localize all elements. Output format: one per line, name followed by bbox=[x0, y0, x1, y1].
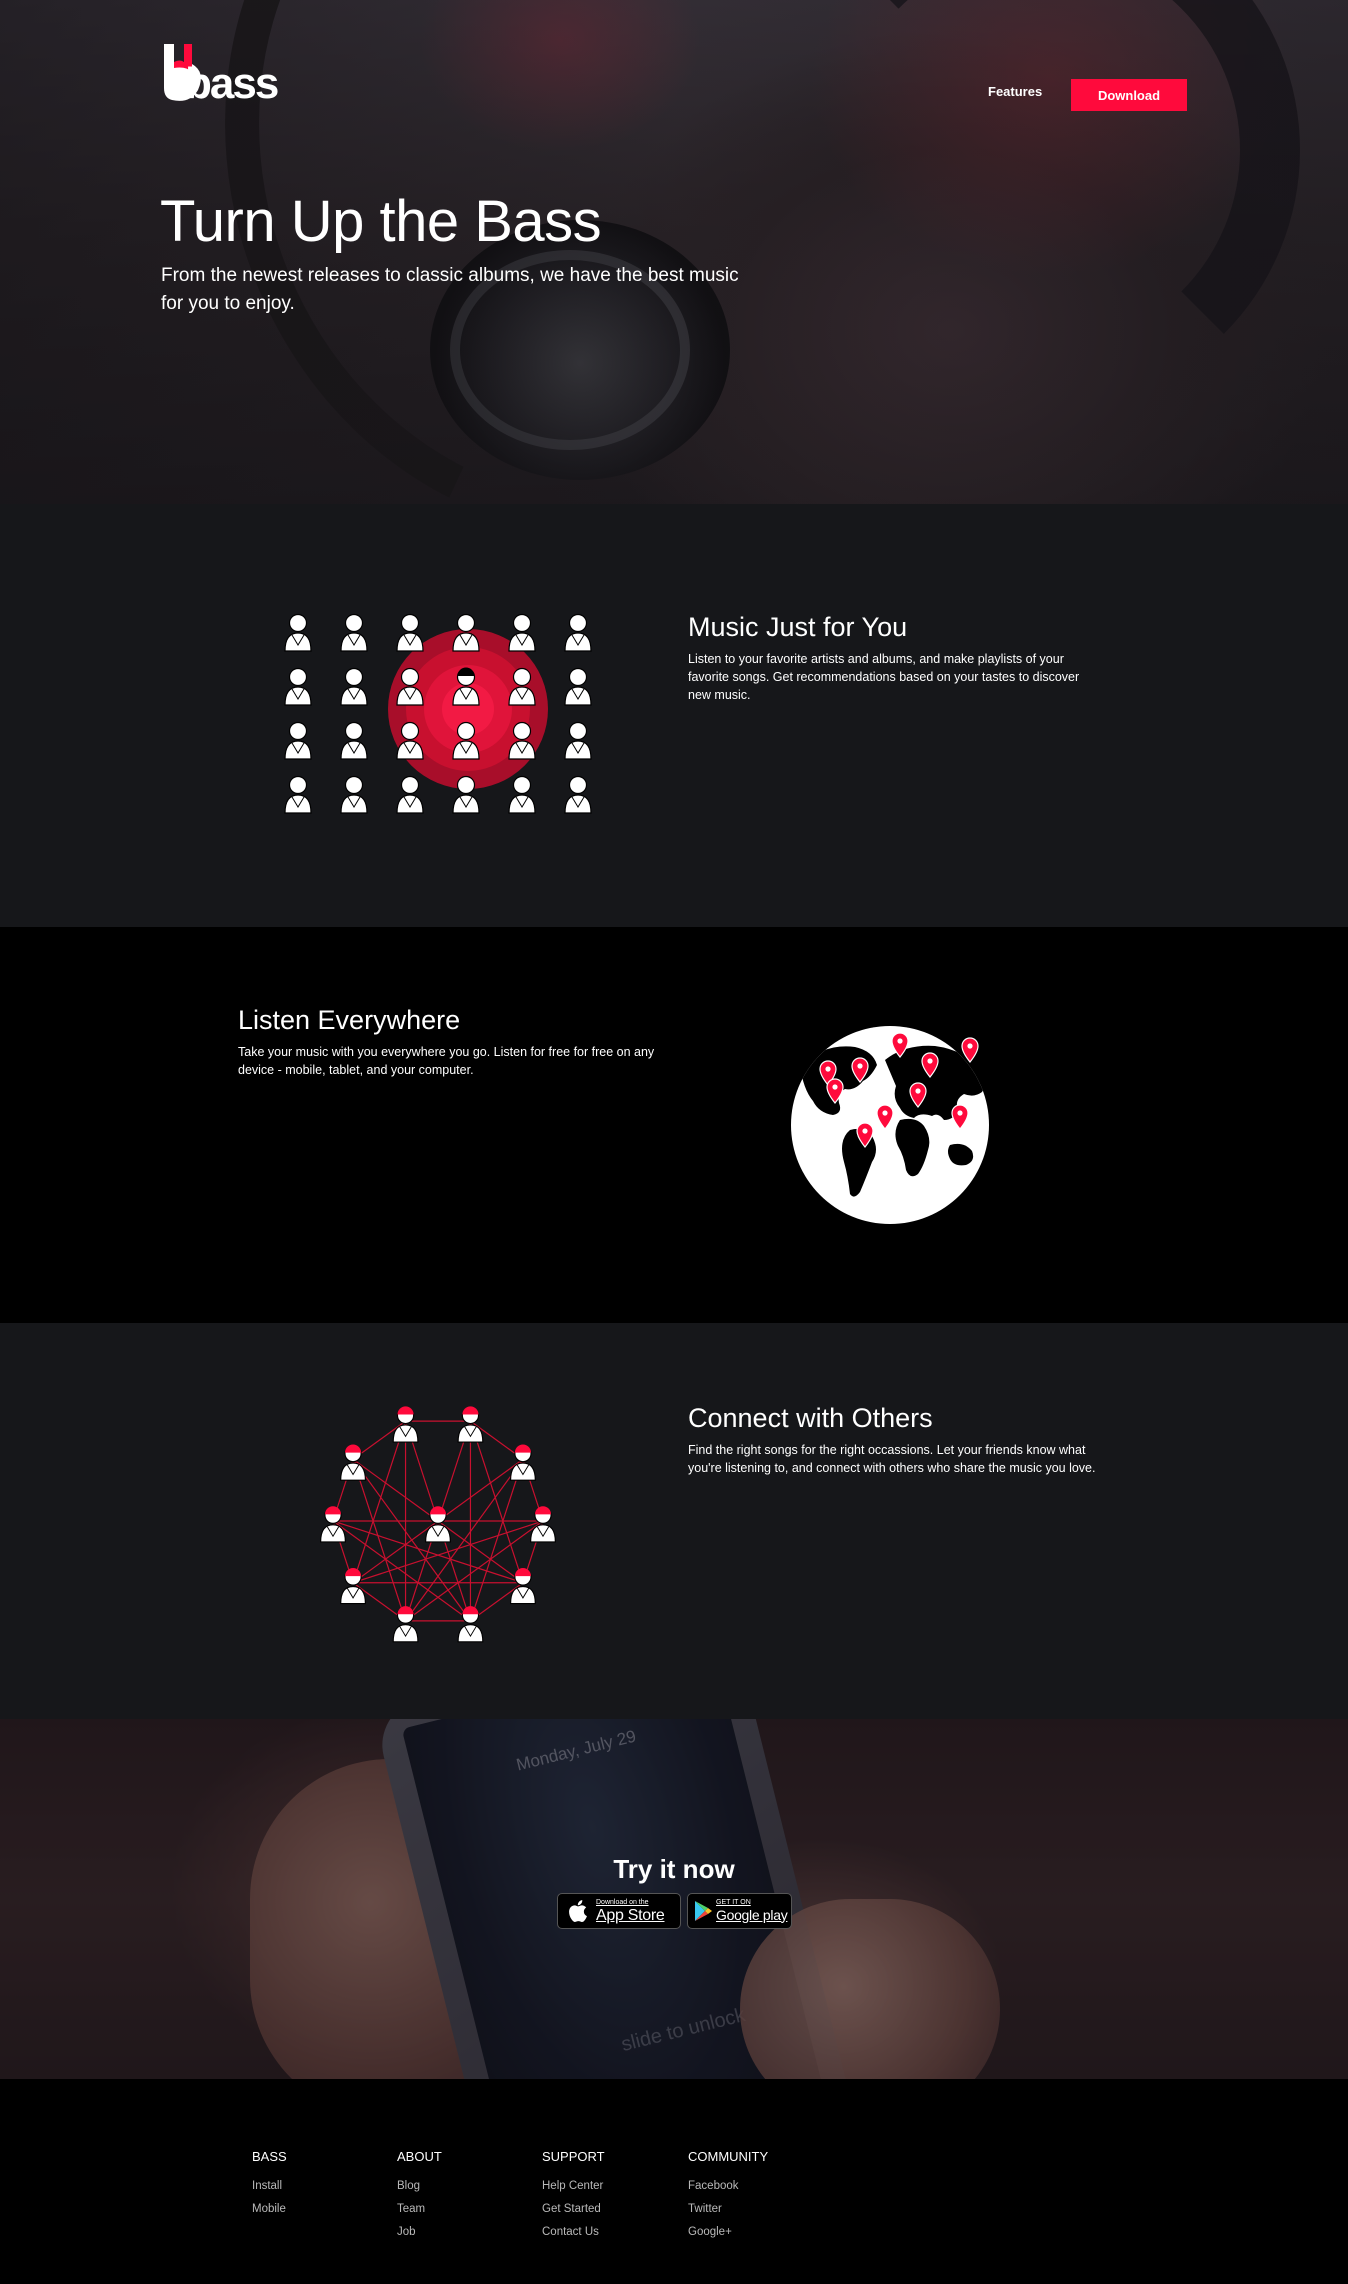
try-title: Try it now bbox=[613, 1854, 735, 1884]
person-icon bbox=[425, 1506, 451, 1543]
person-icon bbox=[508, 613, 536, 652]
person-icon bbox=[396, 775, 424, 814]
footer-link-install[interactable]: Install bbox=[252, 2180, 287, 2192]
person-icon bbox=[508, 775, 536, 814]
person-icon bbox=[340, 613, 368, 652]
person-icon bbox=[284, 721, 312, 760]
feature-listen-everywhere: Listen Everywhere Take your music with y… bbox=[0, 927, 1348, 1323]
app-store-big-text: App Store bbox=[596, 1906, 665, 1924]
person-icon bbox=[340, 721, 368, 760]
footer-link-help-center[interactable]: Help Center bbox=[542, 2180, 605, 2192]
google-play-small-text: GET IT ON bbox=[716, 1898, 751, 1906]
person-icon bbox=[392, 1606, 419, 1643]
apple-icon bbox=[569, 1900, 587, 1922]
footer-heading: SUPPORT bbox=[542, 2149, 605, 2164]
person-icon bbox=[284, 613, 312, 652]
footer-heading: ABOUT bbox=[397, 2149, 442, 2164]
footer-column-support: SUPPORT Help Center Get Started Contact … bbox=[542, 2149, 605, 2249]
person-icon bbox=[340, 1567, 366, 1605]
footer-column-community: COMMUNITY Facebook Twitter Google+ bbox=[688, 2149, 768, 2249]
hero-section: bass Features Download Turn Up the Bass … bbox=[0, 0, 1348, 504]
footer-link-google-plus[interactable]: Google+ bbox=[688, 2226, 768, 2238]
person-icon bbox=[396, 613, 424, 652]
play-triangle-icon bbox=[695, 1901, 712, 1921]
globe-pins-icon bbox=[791, 1026, 989, 1224]
footer-link-get-started[interactable]: Get Started bbox=[542, 2203, 605, 2215]
people-grid-target-icon bbox=[284, 613, 592, 814]
footer-link-mobile[interactable]: Mobile bbox=[252, 2203, 287, 2215]
footer-link-team[interactable]: Team bbox=[397, 2203, 442, 2215]
network-connection-line bbox=[469, 1420, 524, 1583]
footer-heading: BASS bbox=[252, 2149, 287, 2164]
footer-link-blog[interactable]: Blog bbox=[397, 2180, 442, 2192]
nav-features-link[interactable]: Features bbox=[988, 84, 1042, 99]
network-connection-line bbox=[352, 1458, 439, 1522]
google-play-badge[interactable]: GET IT ON Google play bbox=[687, 1893, 792, 1929]
footer-link-facebook[interactable]: Facebook bbox=[688, 2180, 768, 2192]
person-icon bbox=[564, 775, 592, 814]
app-store-badge[interactable]: Download on the App Store bbox=[557, 1893, 681, 1929]
footer-link-twitter[interactable]: Twitter bbox=[688, 2203, 768, 2215]
network-connection-line bbox=[352, 1420, 407, 1583]
app-store-small-text: Download on the bbox=[596, 1898, 649, 1906]
person-icon bbox=[510, 1444, 536, 1481]
feature-connect-others: Connect with Others Find the right songs… bbox=[0, 1323, 1348, 1719]
feature-title: Listen Everywhere bbox=[238, 1005, 461, 1035]
feature-music-for-you: Music Just for You Listen to your favori… bbox=[0, 504, 1348, 927]
download-button[interactable]: Download bbox=[1071, 79, 1187, 111]
google-play-big-text: Google play bbox=[716, 1906, 788, 1923]
feature-title: Music Just for You bbox=[688, 612, 908, 642]
footer-link-contact-us[interactable]: Contact Us bbox=[542, 2226, 605, 2238]
person-icon bbox=[457, 1606, 484, 1643]
location-pin-icon bbox=[961, 1037, 979, 1063]
person-icon bbox=[564, 613, 592, 652]
footer-column-about: ABOUT Blog Team Job bbox=[397, 2149, 442, 2249]
people-network-icon bbox=[320, 1406, 556, 1643]
person-icon bbox=[340, 775, 368, 814]
person-icon bbox=[564, 667, 592, 706]
person-icon bbox=[564, 721, 592, 760]
hero-title: Turn Up the Bass bbox=[160, 189, 602, 254]
try-it-now-section: Monday, July 29 slide to unlock Try it n… bbox=[0, 1719, 1348, 2079]
person-icon bbox=[340, 1444, 366, 1481]
network-connection-line bbox=[437, 1458, 524, 1522]
feature-description: Take your music with you everywhere you … bbox=[238, 1045, 655, 1077]
feature-title: Connect with Others bbox=[688, 1403, 933, 1433]
footer-heading: COMMUNITY bbox=[688, 2149, 769, 2164]
person-icon bbox=[340, 667, 368, 706]
feature-description: Listen to your favorite artists and albu… bbox=[688, 652, 1080, 702]
feature-description: Find the right songs for the right occas… bbox=[688, 1443, 1096, 1475]
person-icon bbox=[284, 667, 312, 706]
footer-column-bass: BASS Install Mobile bbox=[252, 2149, 287, 2226]
footer-link-job[interactable]: Job bbox=[397, 2226, 442, 2238]
hero-subtitle: From the newest releases to classic albu… bbox=[161, 265, 739, 314]
logo-wordmark: bass bbox=[185, 59, 279, 108]
person-icon bbox=[284, 775, 312, 814]
person-icon bbox=[510, 1567, 536, 1605]
footer: BASS Install Mobile ABOUT Blog Team Job … bbox=[0, 2079, 1348, 2280]
network-connection-line bbox=[437, 1520, 524, 1584]
network-connection-line bbox=[352, 1520, 439, 1584]
